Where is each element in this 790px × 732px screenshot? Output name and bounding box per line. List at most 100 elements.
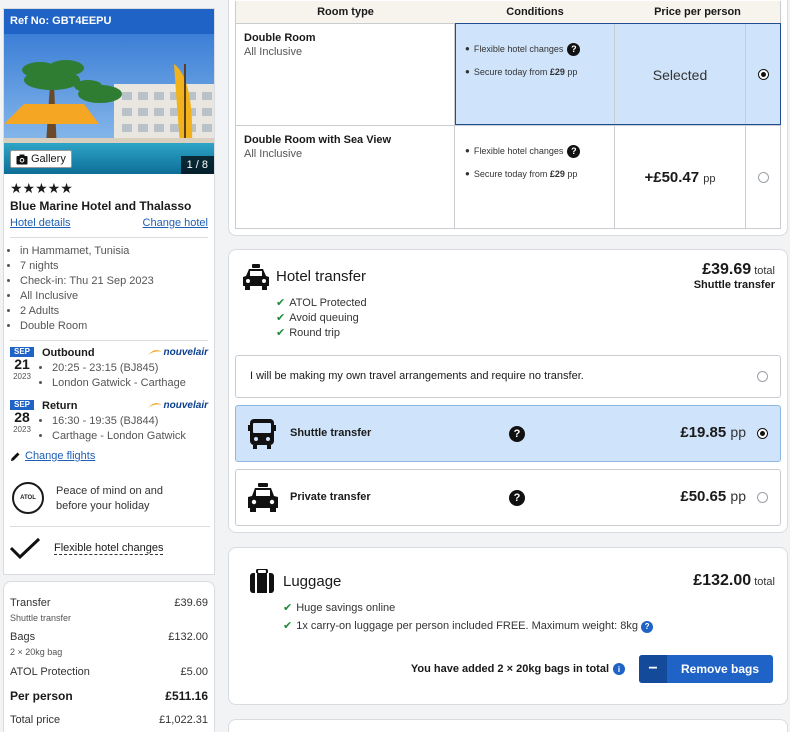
option-radio[interactable] (757, 492, 768, 503)
room-conditions: ● Flexible hotel changes? ● Secure today f… (455, 24, 615, 125)
column-header: Room type (317, 6, 374, 18)
help-icon[interactable]: ? (567, 42, 581, 56)
total-amount: £132.00 (693, 572, 752, 589)
summary-value: £5.00 (180, 666, 208, 678)
room-selection-panel: Room type Conditions Price per person Do… (228, 0, 788, 236)
summary-value: £39.69 (174, 597, 208, 609)
flight-day: 28 (14, 409, 30, 425)
option-radio[interactable] (757, 371, 768, 382)
option-label: Shuttle transfer (290, 427, 372, 439)
summary-label: Transfer (10, 597, 51, 609)
transfer-features: ✔ ATOL Protected ✔ Avoid queuing ✔ Round tr… (276, 296, 367, 341)
option-radio[interactable] (757, 428, 768, 439)
info-item: 2 Adults (20, 304, 208, 319)
calendar-badge: SEP 28 2023 (10, 400, 34, 434)
change-hotel-link[interactable]: Change hotel (143, 217, 208, 229)
pencil-icon (11, 452, 20, 461)
room-radio[interactable] (757, 69, 769, 80)
flight-time: 20:25 - 23:15 (BJ845) (52, 361, 186, 376)
check-icon: ✔ (283, 602, 293, 614)
room-price-amount: +£50.47 (644, 168, 700, 186)
divider (10, 526, 210, 527)
option-price-amount: £19.85 (680, 424, 727, 441)
help-icon[interactable]: ? (509, 490, 525, 506)
column-header: Conditions (506, 6, 564, 18)
remove-bags-button[interactable]: − Remove bags (639, 655, 773, 683)
option-price: £19.85 pp (680, 424, 746, 441)
hotel-name: Blue Marine Hotel and Thalasso (10, 199, 192, 213)
feature-text: Avoid queuing (289, 312, 359, 324)
feature-item: ✔ ATOL Protected (276, 296, 367, 311)
total-label: total (754, 265, 775, 277)
change-flights-link[interactable]: Change flights (25, 450, 95, 462)
camera-icon (16, 154, 28, 164)
summary-value: £1,022.31 (159, 714, 208, 726)
check-icon: ✔ (276, 312, 286, 324)
transfer-total: £39.69 total Shuttle transfer (694, 261, 775, 291)
room-row-sea-view[interactable]: Double Room with Sea View All Inclusive … (236, 126, 780, 228)
luggage-features: ✔ Huge savings online ✔ 1x carry-on luggag… (283, 601, 654, 634)
transfer-option-private[interactable]: Private transfer ? £50.65 pp (235, 469, 781, 526)
hotel-transfer-panel: Hotel transfer ✔ ATOL Protected ✔ Avoid qu… (228, 249, 788, 533)
hotel-image[interactable]: Gallery 1 / 8 (4, 34, 214, 174)
option-label: I will be making my own travel arrangeme… (250, 370, 584, 382)
feature-item: ✔ 1x carry-on luggage per person included… (283, 619, 654, 634)
minus-icon: − (639, 655, 667, 683)
hotel-info-list: in Hammamet, Tunisia 7 nights Check-in: … (4, 238, 214, 334)
info-icon[interactable]: i (613, 663, 625, 675)
option-label: Private transfer (290, 491, 371, 503)
info-item: Check-in: Thu 21 Sep 2023 (20, 274, 208, 289)
condition-text: Flexible hotel changes (473, 146, 564, 156)
feature-item: ✔ Huge savings online (283, 601, 653, 616)
flight-day: 21 (14, 356, 30, 372)
condition-text: Secure today from £29 pp (474, 167, 578, 181)
feature-text: ATOL Protected (289, 297, 367, 309)
feature-item: ✔ Round trip (276, 326, 367, 341)
room-row-double[interactable]: Double Room All Inclusive ● Flexible hote… (236, 23, 781, 126)
section-title: Luggage (283, 573, 342, 590)
help-icon[interactable]: ? (567, 144, 581, 158)
option-price: £50.65 pp (680, 488, 746, 505)
summary-label: Per person (10, 689, 73, 703)
hotel-details-link[interactable]: Hotel details (10, 217, 71, 229)
room-name: Double Room with Sea View (244, 134, 392, 146)
summary-row: Transfer £39.69 (10, 597, 208, 609)
summary-sub: 2 × 20kg bag (10, 647, 63, 657)
return-flight: SEP 28 2023 Return nouvelair 16:30 - 19:… (4, 400, 214, 442)
price-summary: Transfer £39.69 Shuttle transfer Bags £1… (3, 581, 215, 732)
gallery-button[interactable]: Gallery (10, 150, 72, 168)
transfer-option-none[interactable]: I will be making my own travel arrangeme… (235, 355, 781, 398)
room-radio[interactable] (757, 171, 769, 183)
info-icon[interactable]: ? (641, 620, 654, 633)
atol-logo-icon: ATOL (12, 482, 44, 514)
image-counter: 1 / 8 (180, 156, 214, 174)
info-item: All Inclusive (20, 289, 208, 304)
room-table-header: Room type Conditions Price per person (236, 1, 780, 24)
booking-reference: Ref No: GBT4EEPU (4, 9, 214, 34)
change-flights[interactable]: Change flights (10, 450, 95, 462)
transfer-option-shuttle[interactable]: Shuttle transfer ? £19.85 pp (235, 405, 781, 462)
bags-added-text: You have added 2 × 20kg bags in total i (411, 663, 625, 675)
taxi-icon (243, 264, 269, 290)
atol-text: Peace of mind on and before your holiday (56, 484, 163, 514)
condition-prefix: Secure today from (473, 169, 550, 179)
airline-logo: nouvelair (147, 347, 208, 358)
condition-suffix: pp (564, 67, 578, 77)
total-amount: £39.69 (702, 261, 752, 278)
condition-text: Flexible hotel changes (473, 44, 564, 54)
room-name: Double Room (244, 32, 316, 44)
luggage-panel: Luggage ✔ Huge savings online ✔ 1x carry-o… (228, 547, 788, 705)
help-icon[interactable]: ? (509, 426, 525, 442)
condition-text: Secure today from £29 pp (474, 65, 578, 79)
airline-swoosh-icon (147, 402, 162, 408)
room-table: Room type Conditions Price per person Do… (235, 1, 781, 229)
check-icon: ✔ (283, 620, 293, 632)
flight-route: London Gatwick - Carthage (52, 376, 186, 391)
flexible-changes-label[interactable]: Flexible hotel changes (54, 542, 164, 555)
flight-route: Carthage - London Gatwick (52, 429, 186, 444)
price-unit: pp (730, 424, 746, 440)
room-board: All Inclusive (244, 46, 303, 58)
feature-text: Huge savings online (296, 602, 396, 614)
check-icon: ✔ (276, 327, 286, 339)
info-item: Double Room (20, 319, 208, 334)
